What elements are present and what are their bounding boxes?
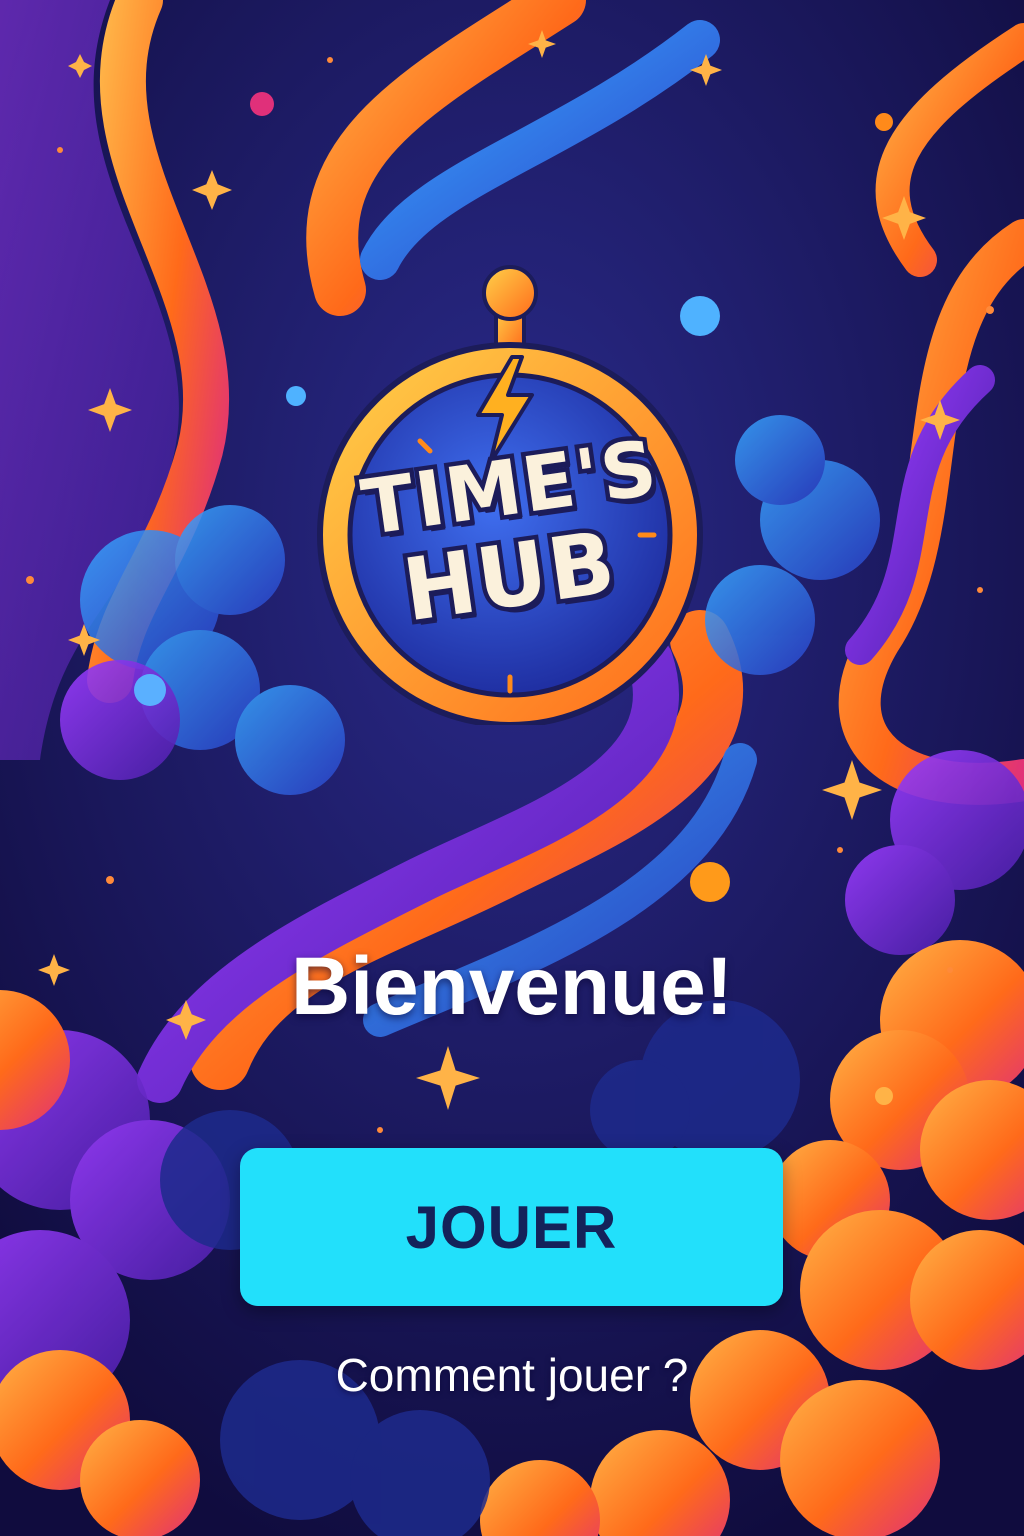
- play-button[interactable]: JOUER: [240, 1148, 783, 1306]
- how-to-play-link[interactable]: Comment jouer ?: [0, 1348, 1024, 1402]
- welcome-title: Bienvenue!: [291, 941, 733, 1032]
- times-hub-logo: TIME'S HUB: [290, 265, 730, 725]
